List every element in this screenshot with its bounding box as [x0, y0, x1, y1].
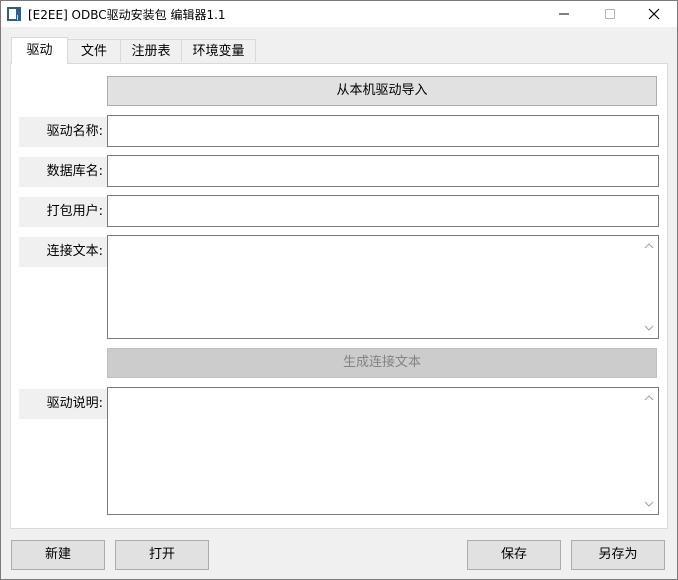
tab-driver[interactable]: 驱动	[11, 37, 68, 64]
maximize-icon	[605, 9, 615, 19]
title-bar[interactable]: I [E2EE] ODBC驱动安装包 编辑器1.1	[1, 1, 677, 27]
driver-panel: 从本机驱动导入 驱动名称: 数据库名: 打包用户: 连接文本: 生成连接文本 驱…	[10, 63, 668, 529]
package-user-label: 打包用户:	[19, 197, 107, 227]
connection-text-area[interactable]	[107, 235, 659, 339]
driver-description-area[interactable]	[107, 387, 659, 515]
tab-driver-label: 驱动	[26, 43, 53, 58]
maximize-button[interactable]	[587, 1, 633, 27]
open-button[interactable]: 打开	[115, 540, 209, 570]
database-name-input[interactable]	[107, 155, 659, 187]
scroll-down-icon[interactable]	[644, 500, 654, 508]
driver-name-label: 驱动名称:	[19, 117, 107, 147]
driver-name-input[interactable]	[107, 115, 659, 147]
close-icon	[648, 8, 660, 20]
scroll-down-icon[interactable]	[644, 324, 654, 332]
tab-files-label: 文件	[80, 44, 107, 59]
tab-env-vars[interactable]: 环境变量	[181, 39, 256, 62]
generate-connection-text-button[interactable]: 生成连接文本	[107, 348, 657, 378]
minimize-icon	[559, 13, 569, 15]
app-window: I [E2EE] ODBC驱动安装包 编辑器1.1 驱动 文件 注册表 环境变量…	[0, 0, 678, 580]
package-user-input[interactable]	[107, 195, 659, 227]
database-name-label: 数据库名:	[19, 157, 107, 187]
window-title: [E2EE] ODBC驱动安装包 编辑器1.1	[28, 8, 226, 22]
tab-registry[interactable]: 注册表	[120, 39, 182, 62]
tab-env-vars-label: 环境变量	[192, 44, 245, 59]
connection-text-label: 连接文本:	[19, 237, 107, 267]
new-button[interactable]: 新建	[11, 540, 105, 570]
scroll-up-icon[interactable]	[644, 394, 654, 402]
tab-files[interactable]: 文件	[67, 39, 121, 62]
import-from-local-button[interactable]: 从本机驱动导入	[107, 76, 657, 106]
save-button[interactable]: 保存	[467, 540, 561, 570]
svg-text:I: I	[17, 14, 19, 22]
minimize-button[interactable]	[541, 1, 587, 27]
close-button[interactable]	[631, 1, 677, 27]
driver-description-label: 驱动说明:	[19, 389, 107, 419]
tab-registry-label: 注册表	[131, 44, 171, 59]
save-as-button[interactable]: 另存为	[571, 540, 665, 570]
app-icon: I	[7, 7, 21, 22]
scroll-up-icon[interactable]	[644, 242, 654, 250]
